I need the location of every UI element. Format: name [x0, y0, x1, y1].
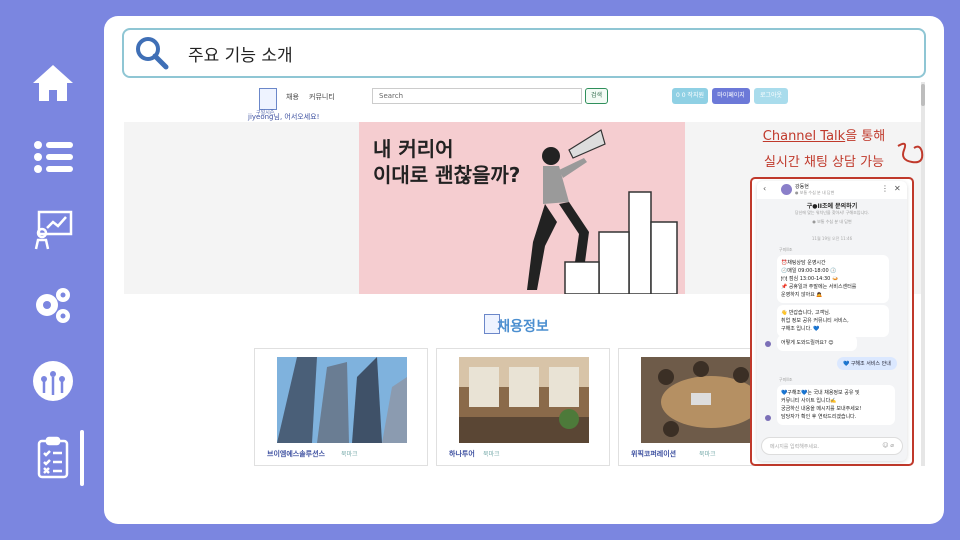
banner-image: 내 커리어 이대로 괜찮을까? — [359, 122, 685, 294]
squiggle-arrow-icon — [897, 142, 924, 164]
nav-pill-logout[interactable]: 로그아웃 — [754, 88, 788, 104]
nav-pill-support[interactable]: 0 0 작지원 — [672, 88, 708, 104]
site-search-input[interactable]: Search — [372, 88, 582, 104]
close-icon[interactable]: ✕ — [894, 184, 901, 193]
message-sender: 구미II조 — [779, 247, 793, 252]
job-bookmark[interactable]: 북마크 — [699, 449, 716, 458]
left-rail — [0, 0, 104, 540]
message-bubble: 💙구해조💙는 국내 채용정보 공유 및 커뮤니티 사이트 입니다✍️ 궁금하신 … — [777, 385, 895, 425]
nav-pill-mypage[interactable]: 마이페이지 — [712, 88, 750, 104]
agent-avatar — [781, 184, 792, 195]
chat-title: 구●II조에 문의하기 — [806, 203, 858, 210]
message-bubble: 어떻게 도와드릴까요? 😊 — [777, 335, 857, 351]
message-sender: 구미II조 — [779, 377, 793, 382]
chat-agent-status: ● 보통 수십 분 내 답변 — [795, 190, 835, 195]
welcome-text: jiyeong님, 어서오세요! — [248, 113, 320, 121]
chat-widget[interactable]: ‹ 강동현 ● 보통 수십 분 내 답변 ⋮ ✕ 구●II조에 문의하기 당신에… — [757, 181, 907, 461]
job-company-name[interactable]: 브이엠에스솔루션스 — [267, 449, 325, 459]
title-bar: 주요 기능 소개 — [122, 28, 926, 78]
main-card: 주요 기능 소개 구일시즌 채용 커뮤니티 Search 검색 0 0 작지원 … — [104, 16, 944, 524]
clipboard-checklist-icon[interactable] — [30, 434, 76, 480]
annotation-brand: Channel Talk — [762, 129, 846, 144]
job-bookmark[interactable]: 북마크 — [341, 449, 358, 458]
chat-response-time: ● 보통 수십 분 내 답변 — [812, 219, 852, 224]
job-company-name[interactable]: 위픽코퍼레이션 — [631, 449, 676, 459]
job-company-name[interactable]: 하나투어 — [449, 449, 475, 459]
chat-date: 11월 19일 오전 11:46 — [811, 236, 853, 241]
scrollbar-thumb[interactable] — [921, 84, 925, 106]
back-arrow-icon[interactable]: ‹ — [763, 184, 766, 193]
job-card[interactable]: 브이엠에스솔루션스 북마크 — [254, 348, 428, 466]
attach-emoji-icons[interactable]: ☺ ⌀ — [882, 442, 894, 449]
list-icon[interactable] — [30, 134, 76, 180]
home-icon[interactable] — [30, 60, 76, 106]
message-bubble: 👋 반갑습니다, 고객님. 취업 정보 공유 커뮤니티 서비스, 구해조 입니다… — [777, 305, 889, 337]
nav-link-community[interactable]: 커뮤니티 — [309, 92, 335, 102]
search-icon — [136, 37, 169, 70]
chat-input-placeholder: 메시지를 입력해주세요. — [770, 444, 820, 450]
chat-highlight-frame: ‹ 강동현 ● 보통 수십 분 내 답변 ⋮ ✕ 구●II조에 문의하기 당신에… — [750, 177, 914, 466]
agent-mini-avatar — [765, 341, 771, 347]
job-bookmark[interactable]: 북마크 — [483, 449, 500, 458]
message-bubble: ⏰채팅상담 운영시간 🕘매일 09:00-18:00 🕕 🍽 점심 13:00-… — [777, 255, 889, 303]
building-photo — [277, 357, 407, 443]
chat-message-input[interactable]: 메시지를 입력해주세요. ☺ ⌀ — [761, 437, 903, 455]
annotation-line-1-rest: 을 통해 — [845, 129, 886, 144]
man-with-telescope-illustration — [527, 129, 678, 294]
active-indicator — [80, 430, 84, 486]
site-logo[interactable] — [259, 88, 277, 110]
chat-subtitle: 당신에 맞는 워치넌을 찾아서! 구해조입니다. — [794, 210, 870, 215]
presentation-icon[interactable] — [30, 206, 76, 252]
nav-link-jobs[interactable]: 채용 — [286, 92, 299, 102]
agent-mini-avatar — [765, 415, 771, 421]
page-title: 주요 기능 소개 — [188, 45, 293, 66]
more-menu-icon[interactable]: ⋮ — [881, 184, 889, 193]
chat-header: ‹ 강동현 ● 보통 수십 분 내 답변 ⋮ ✕ — [757, 181, 907, 199]
site-navbar: 구일시즌 채용 커뮤니티 Search 검색 0 0 작지원 마이페이지 로그아… — [124, 82, 922, 120]
network-icon[interactable] — [30, 358, 76, 404]
my-reply-bubble[interactable]: 💙 구해조 서비스 안내 — [837, 357, 897, 370]
chat-agent-name: 강동현 — [795, 184, 809, 190]
job-card[interactable]: 하나투어 북마크 — [436, 348, 610, 466]
site-search-button[interactable]: 검색 — [585, 88, 608, 104]
settings-gears-icon[interactable] — [30, 282, 76, 328]
office-interior-photo — [459, 357, 589, 443]
